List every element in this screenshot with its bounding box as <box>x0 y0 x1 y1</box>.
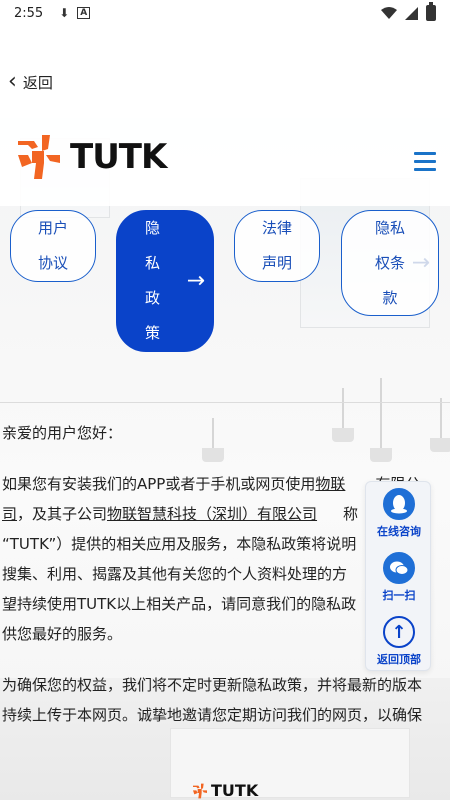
back-button[interactable]: ‹ 返回 <box>0 60 450 104</box>
subsidiary-link[interactable]: 物联智慧科技（深圳）有限公司 <box>107 505 317 523</box>
status-time: 2:55 <box>14 5 44 21</box>
tab-label-line: 政 <box>145 289 161 307</box>
status-bar: 2:55 ⬇ A <box>0 0 450 26</box>
scan-label: 扫一扫 <box>382 589 416 602</box>
tab-label-line: 隐私 <box>374 218 405 237</box>
tutk-logo-mark-icon <box>18 135 60 179</box>
tab-legal-statement[interactable]: 法律 声明 <box>234 210 320 282</box>
online-consult-label: 在线咨询 <box>377 525 421 538</box>
divider <box>0 402 450 403</box>
greeting: 亲爱的用户您好： <box>2 424 123 442</box>
tab-label-line: 协议 <box>37 254 68 272</box>
paragraph-2: 为确保您的权益，我们将不定时更新隐私政策，并将最新的版本 持续上传于本网页。诚挚… <box>2 676 423 724</box>
hamburger-menu-icon[interactable] <box>414 152 436 176</box>
site-header: TUTK <box>0 118 450 206</box>
qq-icon <box>383 488 415 520</box>
tab-label-line: 私 <box>145 254 161 272</box>
wechat-icon <box>383 552 415 584</box>
tab-label-line: 声明 <box>261 254 292 272</box>
arrow-up-icon: ↑ <box>383 616 415 648</box>
signal-icon <box>405 6 418 20</box>
footer-logo: TUTK <box>192 781 258 800</box>
arrow-right-icon: → <box>186 268 205 294</box>
arrow-right-icon: → <box>411 250 430 276</box>
footer-logo-text: TUTK <box>211 781 259 800</box>
tab-user-agreement[interactable]: 用户 协议 <box>10 210 96 282</box>
tab-label-line: 策 <box>145 324 161 342</box>
tab-label-line: 权条 <box>374 253 405 272</box>
tutk-logo-mark-icon <box>193 783 207 798</box>
floating-contact-panel: 在线咨询 扫一扫 ↑ 返回顶部 <box>365 481 431 671</box>
chevron-left-icon: ‹ <box>8 69 17 94</box>
back-to-top-button[interactable]: ↑ 返回顶部 <box>366 610 432 672</box>
tab-label-line: 款 <box>382 288 398 307</box>
tutk-logo[interactable]: TUTK <box>16 133 167 181</box>
download-icon: ⬇ <box>59 6 70 20</box>
company-link[interactable]: 物联 <box>315 475 345 493</box>
tab-label-line: 隐 <box>145 219 161 237</box>
tab-privacy-policy[interactable]: 隐 私 政 策 → <box>116 210 214 352</box>
wifi-icon <box>381 6 397 19</box>
notification-a-icon: A <box>77 7 91 19</box>
battery-icon <box>426 2 436 21</box>
tab-label-line: 法律 <box>261 219 292 237</box>
logo-text: TUTK <box>70 137 167 177</box>
online-consult-button[interactable]: 在线咨询 <box>366 482 432 544</box>
scan-button[interactable]: 扫一扫 <box>366 546 432 608</box>
back-label: 返回 <box>22 73 53 92</box>
tab-privacy-terms[interactable]: 隐私 权条 款 → <box>341 210 439 316</box>
tab-label-line: 用户 <box>37 219 68 237</box>
back-to-top-label: 返回顶部 <box>377 653 421 666</box>
